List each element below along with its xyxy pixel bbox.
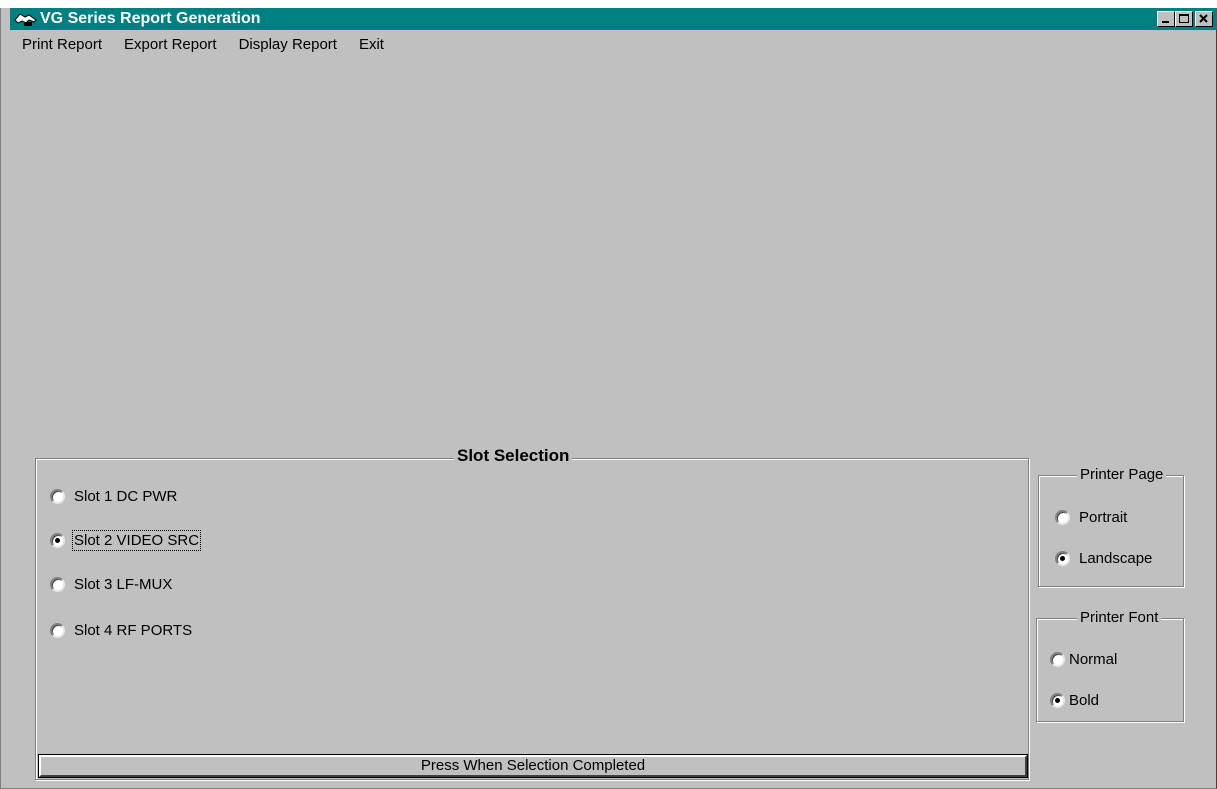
radio-label: Slot 3 LF-MUX: [74, 575, 173, 593]
radio-slot-2[interactable]: Slot 2 VIDEO SRC: [50, 529, 202, 551]
radio-label: Normal: [1069, 650, 1118, 668]
app-icon: [14, 11, 38, 27]
window-title: VG Series Report Generation: [40, 10, 261, 27]
menu-exit[interactable]: Exit: [347, 34, 394, 56]
radio-bold[interactable]: Bold: [1050, 689, 1099, 711]
menu-display-report[interactable]: Display Report: [227, 34, 347, 56]
selection-complete-button[interactable]: Press When Selection Completed: [38, 754, 1028, 778]
radio-button[interactable]: [50, 576, 65, 592]
radio-slot-4[interactable]: Slot 4 RF PORTS: [50, 619, 192, 641]
radio-slot-1[interactable]: Slot 1 DC PWR: [50, 485, 177, 507]
radio-button[interactable]: [1050, 692, 1065, 708]
radio-label: Slot 1 DC PWR: [74, 487, 178, 505]
radio-button[interactable]: [1055, 509, 1070, 525]
radio-button[interactable]: [1055, 550, 1070, 566]
printer-font-title: Printer Font: [1077, 609, 1162, 627]
title-bar[interactable]: VG Series Report Generation: [10, 8, 1217, 30]
radio-landscape[interactable]: Landscape: [1055, 547, 1152, 569]
close-icon[interactable]: [1195, 11, 1213, 27]
slot-selection-title: Slot Selection: [454, 447, 573, 465]
radio-label: Portrait: [1079, 508, 1128, 526]
printer-page-title: Printer Page: [1077, 466, 1167, 484]
radio-portrait[interactable]: Portrait: [1055, 506, 1127, 528]
radio-label: Bold: [1069, 691, 1100, 709]
printer-page-group: Printer Page: [1038, 466, 1184, 587]
minimize-icon[interactable]: [1157, 11, 1175, 27]
menu-bar: Print Report Export Report Display Repor…: [10, 34, 394, 56]
radio-slot-3[interactable]: Slot 3 LF-MUX: [50, 573, 172, 595]
maximize-icon[interactable]: [1175, 11, 1193, 27]
radio-button[interactable]: [50, 622, 65, 638]
radio-label: Slot 4 RF PORTS: [74, 621, 193, 639]
radio-label: Landscape: [1079, 549, 1153, 567]
radio-button[interactable]: [50, 532, 65, 548]
radio-label: Slot 2 VIDEO SRC: [71, 529, 202, 551]
menu-print-report[interactable]: Print Report: [10, 34, 112, 56]
radio-button[interactable]: [1050, 651, 1065, 667]
menu-export-report[interactable]: Export Report: [112, 34, 227, 56]
window-controls: [1157, 11, 1213, 27]
radio-normal[interactable]: Normal: [1050, 648, 1117, 670]
radio-button[interactable]: [50, 488, 65, 504]
